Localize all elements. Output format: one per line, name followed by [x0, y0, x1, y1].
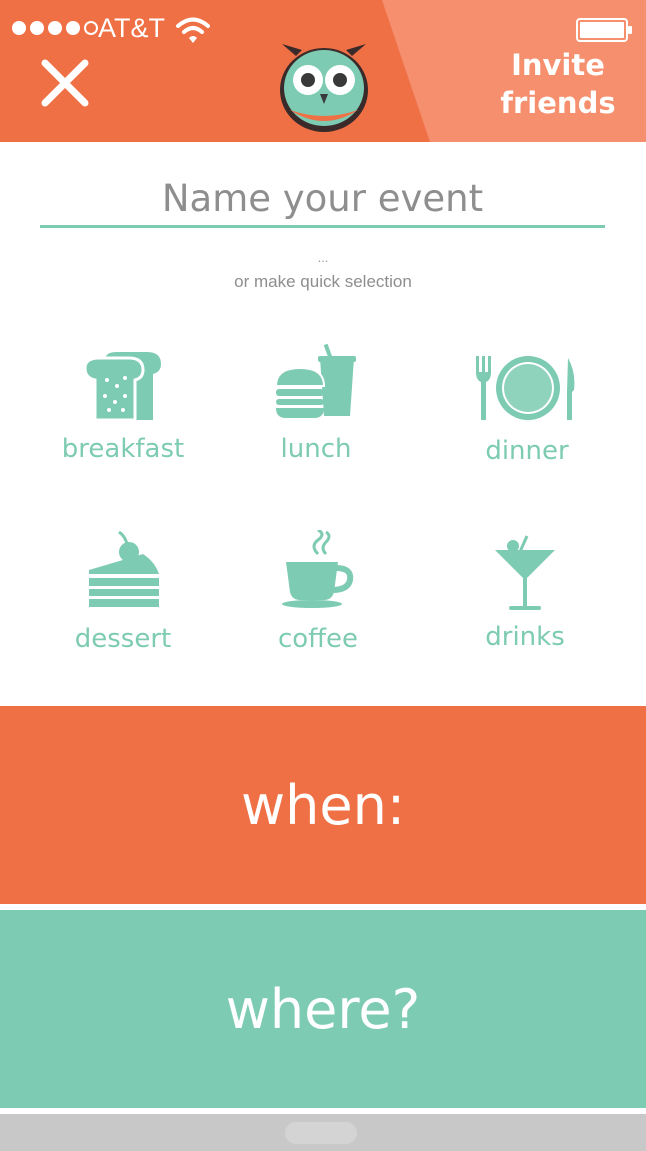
invite-label-line1: Invite — [511, 48, 605, 82]
option-label: breakfast — [61, 434, 185, 464]
option-lunch[interactable]: lunch — [216, 344, 416, 484]
cocktail-icon — [495, 535, 555, 610]
option-coffee[interactable]: coffee — [218, 530, 418, 670]
battery-icon — [576, 18, 632, 42]
ghost-shape — [285, 1122, 357, 1144]
coffee-cup-icon — [282, 530, 354, 608]
close-icon — [41, 59, 89, 107]
option-label: dinner — [485, 436, 569, 466]
option-dinner[interactable]: dinner — [427, 354, 627, 494]
close-button[interactable] — [40, 58, 90, 108]
option-label: dessert — [74, 624, 172, 654]
where-section-button[interactable]: where? — [0, 910, 646, 1108]
quick-selection-label: or make quick selection — [234, 272, 412, 291]
when-section-button[interactable]: when: — [0, 706, 646, 904]
burger-drink-icon — [274, 344, 356, 418]
option-label: lunch — [280, 434, 352, 464]
invite-friends-button[interactable]: Invite friends — [488, 46, 628, 122]
toast-icon — [83, 352, 161, 422]
signal-strength-icon — [12, 21, 98, 35]
option-dessert[interactable]: dessert — [23, 530, 223, 670]
app-header: AT&T Invite friends — [0, 0, 646, 142]
option-drinks[interactable]: drinks — [425, 534, 625, 674]
option-label: drinks — [485, 622, 565, 652]
owl-logo-icon — [280, 44, 368, 132]
cake-slice-icon — [89, 530, 159, 607]
separator-dots: ... — [317, 250, 329, 265]
when-label: when: — [240, 773, 406, 837]
wifi-icon — [176, 17, 210, 43]
event-name-field-wrap — [40, 172, 605, 228]
option-label: coffee — [277, 624, 359, 654]
event-name-input[interactable] — [40, 172, 605, 228]
invite-label-line2: friends — [500, 86, 616, 120]
plate-cutlery-icon — [476, 356, 575, 420]
option-breakfast[interactable]: breakfast — [23, 350, 223, 490]
where-label: where? — [225, 977, 421, 1041]
carrier-name: AT&T — [98, 13, 165, 43]
bottom-gray-bar — [0, 1114, 646, 1151]
